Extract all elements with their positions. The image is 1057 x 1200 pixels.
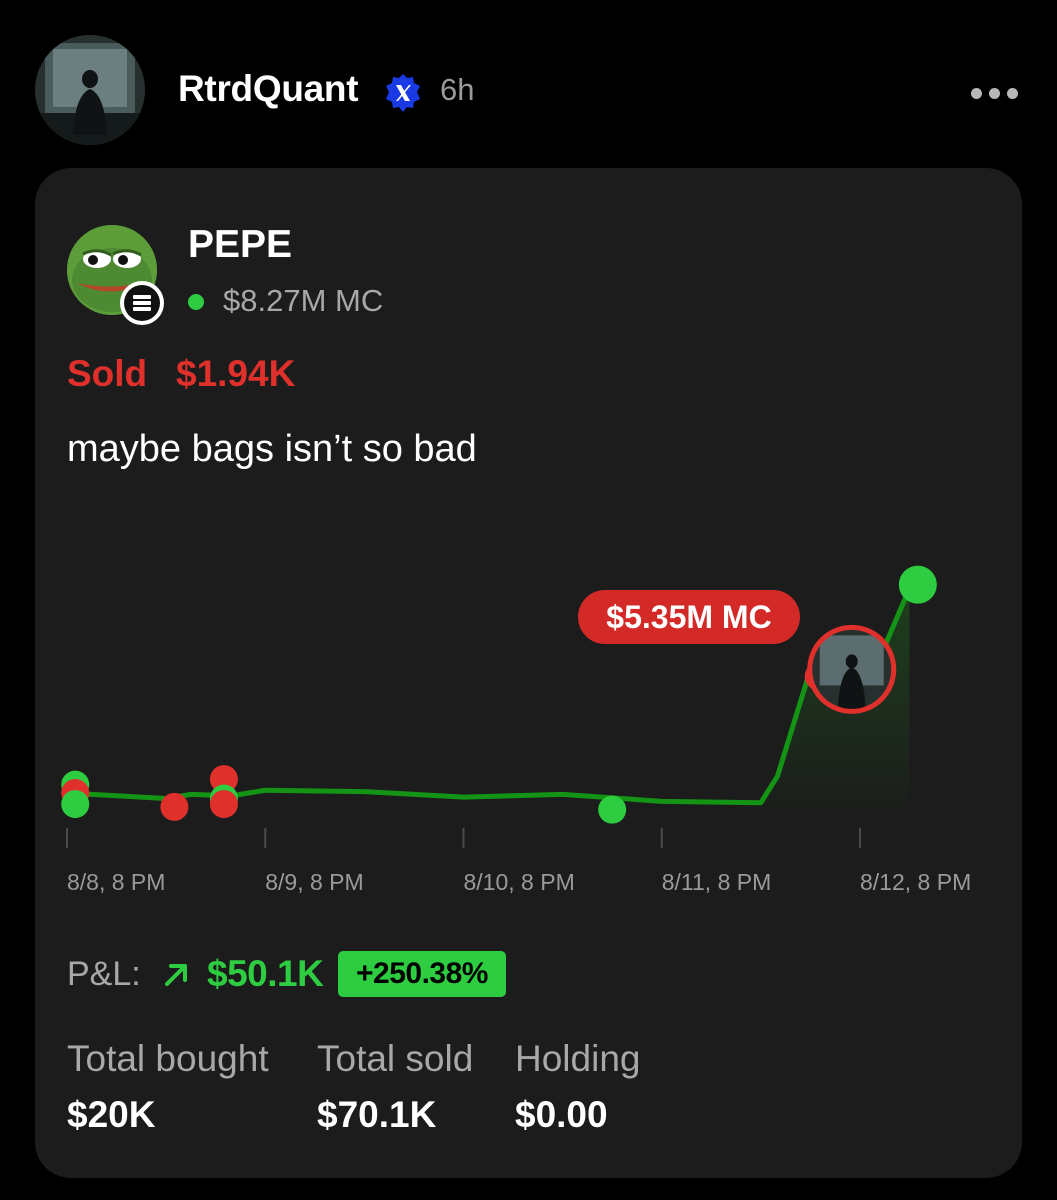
stat-label: Holding bbox=[515, 1038, 641, 1079]
x-tick-label: 8/10, 8 PM bbox=[464, 869, 575, 895]
stat-label: Total bought bbox=[67, 1038, 269, 1079]
stat-total-bought: Total bought $20K bbox=[67, 1038, 269, 1136]
username[interactable]: RtrdQuant bbox=[178, 68, 359, 110]
pnl-label: P&L: bbox=[67, 955, 141, 993]
more-dots-icon[interactable] bbox=[966, 80, 1022, 106]
x-tick-label: 8/12, 8 PM bbox=[860, 869, 971, 895]
buy-marker bbox=[598, 795, 627, 824]
marker-label: $5.35M MC bbox=[578, 590, 800, 644]
market-cap-chart[interactable]: 8/8, 8 PM 8/9, 8 PM 8/10, 8 PM 8/11, 8 PM 8/… bbox=[35, 168, 1022, 908]
trade-card[interactable]: PEPE $8.27M MC Sold $1.94K maybe bags is… bbox=[35, 168, 1022, 1178]
user-avatar[interactable] bbox=[35, 35, 145, 145]
stat-holding: Holding $0.00 bbox=[515, 1038, 640, 1136]
pnl-percent-badge: +250.38% bbox=[338, 951, 506, 997]
post-time: 6h bbox=[440, 72, 475, 107]
arrow-up-right-icon bbox=[165, 964, 187, 986]
post-header: RtrdQuant 6h bbox=[0, 0, 1057, 170]
x-tick-label: 8/11, 8 PM bbox=[662, 869, 772, 895]
sell-marker bbox=[160, 792, 189, 821]
stat-label: Total sold bbox=[317, 1038, 474, 1079]
x-tick-label: 8/9, 8 PM bbox=[265, 869, 363, 895]
sell-marker bbox=[209, 790, 238, 819]
x-verified-icon bbox=[386, 74, 420, 112]
stat-value: $20K bbox=[67, 1094, 156, 1135]
buy-marker bbox=[898, 565, 937, 604]
stat-value: $0.00 bbox=[515, 1094, 608, 1135]
stat-total-sold: Total sold $70.1K bbox=[317, 1038, 473, 1136]
x-tick-label: 8/8, 8 PM bbox=[67, 869, 165, 895]
pnl-value: $50.1K bbox=[207, 953, 324, 994]
buy-marker bbox=[61, 790, 90, 819]
stat-value: $70.1K bbox=[317, 1094, 437, 1135]
